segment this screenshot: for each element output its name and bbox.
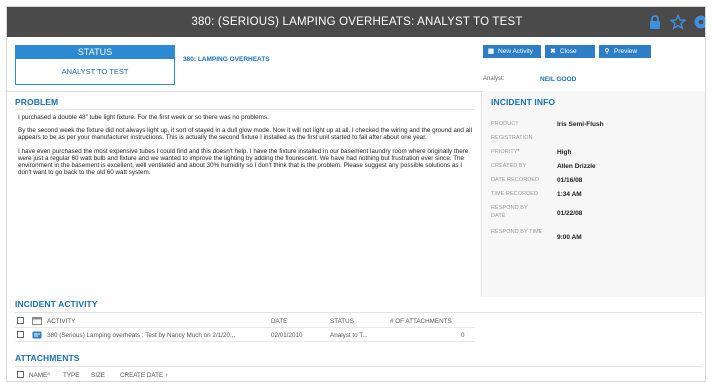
info-value[interactable]: Iris Semi-Flush — [557, 121, 604, 128]
analyst-label: Analyst: — [483, 76, 505, 82]
create-date-label: CREATE DATE — [120, 372, 164, 379]
cell-activity[interactable]: 380 (Serious) Lamping overheats : Test b… — [47, 332, 265, 339]
activity-header-row: ACTIVITY DATE STATUS # OF ATTACHMENTS — [15, 314, 475, 328]
column-create-date[interactable]: CREATE DATE ↑ — [120, 372, 168, 379]
incident-activity-title: INCIDENT ACTIVITY — [15, 299, 98, 309]
column-status[interactable]: STATUS — [330, 318, 354, 325]
incident-info-panel: INCIDENT INFO PRODUCT Iris Semi-Flush RE… — [483, 91, 705, 297]
column-activity[interactable]: ACTIVITY — [47, 318, 75, 325]
activity-icon — [32, 331, 42, 339]
magnifier-icon: ⚲ — [604, 48, 610, 55]
column-attachments[interactable]: # OF ATTACHMENTS — [390, 318, 452, 325]
info-label: PRODUCT — [491, 121, 519, 127]
table-row[interactable]: 380 (Serious) Lamping overheats : Test b… — [15, 328, 475, 342]
attachments-divider — [15, 366, 702, 367]
grid-plus-icon: ▦ — [487, 48, 495, 55]
problem-paragraph: I have even purchased the most expensive… — [18, 147, 469, 177]
close-label: Close — [560, 48, 577, 55]
problem-paragraph: By the second week the fixture did not a… — [18, 127, 472, 142]
select-all-checkbox[interactable] — [17, 317, 24, 324]
cell-date: 02/01/2010 — [271, 332, 303, 339]
info-label: PRIORITY* — [491, 149, 553, 157]
info-value[interactable]: 01/22/08 — [557, 210, 582, 217]
preview-button[interactable]: ⚲ Preview — [599, 45, 651, 58]
info-label: TIME RECORDED — [491, 191, 538, 197]
column-size[interactable]: SIZE — [91, 372, 105, 379]
info-label: REGISTRATION — [491, 135, 533, 141]
incident-info-title: INCIDENT INFO — [491, 97, 556, 107]
x-icon: ✖ — [550, 48, 556, 55]
window-title: 380: (SERIOUS) LAMPING OVERHEATS: ANALYS… — [191, 16, 523, 28]
info-label: CREATED BY — [491, 163, 527, 169]
status-header: STATUS — [16, 46, 174, 59]
cell-status: Analyst to T... — [330, 332, 368, 339]
lock-icon[interactable] — [647, 14, 663, 30]
problem-description: I purchased a double 48" tube light fixt… — [18, 114, 476, 182]
info-value[interactable]: Allen Drizzle — [557, 163, 596, 170]
problem-panel: PROBLEM I purchased a double 48" tube li… — [7, 91, 482, 297]
status-box: STATUS ANALYST TO TEST — [15, 45, 175, 85]
problem-title: PROBLEM — [15, 97, 59, 107]
cell-attachments: 0 — [461, 332, 465, 339]
attachments-select-all-checkbox[interactable] — [17, 371, 24, 378]
new-activity-label: New Activity — [498, 48, 534, 55]
info-value[interactable]: 9:00 AM — [557, 234, 582, 241]
activity-divider — [15, 312, 702, 313]
sort-arrow-icon: ↑ — [164, 372, 169, 379]
star-icon[interactable] — [670, 14, 686, 30]
new-activity-button[interactable]: ▦ New Activity — [483, 45, 541, 58]
activity-table: ACTIVITY DATE STATUS # OF ATTACHMENTS 38… — [15, 314, 475, 342]
gear-icon[interactable] — [693, 14, 706, 30]
attachments-header-row: NAME^ TYPE SIZE CREATE DATE ↑ — [15, 369, 315, 381]
required-marker: * — [517, 149, 520, 155]
name-sort-indicator: ^ — [47, 372, 51, 379]
column-name[interactable]: NAME^ — [29, 372, 50, 379]
column-date[interactable]: DATE — [271, 318, 287, 325]
info-value[interactable]: High — [557, 149, 571, 156]
column-type[interactable]: TYPE — [63, 372, 79, 379]
close-button[interactable]: ✖ Close — [545, 45, 595, 58]
activity-type-icon — [32, 317, 42, 325]
title-bar: 380: (SERIOUS) LAMPING OVERHEATS: ANALYS… — [7, 7, 706, 37]
problem-paragraph: I purchased a double 48" tube light fixt… — [18, 114, 269, 121]
breadcrumb[interactable]: 380: LAMPING OVERHEATS — [183, 56, 270, 63]
attachments-title: ATTACHMENTS — [15, 353, 80, 363]
column-name-label: NAME — [29, 372, 48, 379]
incident-window: 380: (SERIOUS) LAMPING OVERHEATS: ANALYS… — [6, 6, 706, 382]
analyst-value[interactable]: NEIL GOOD — [540, 76, 576, 83]
info-value[interactable]: 1:34 AM — [557, 191, 582, 198]
status-value[interactable]: ANALYST TO TEST — [16, 59, 174, 85]
info-label: DATE RECORDED — [491, 177, 540, 183]
info-label: RESPOND BY TIME — [491, 229, 543, 235]
info-label: RESPOND BY DATE — [491, 205, 528, 219]
priority-label: PRIORITY — [491, 149, 518, 155]
problem-divider — [15, 109, 475, 110]
preview-label: Preview — [614, 48, 638, 55]
info-value[interactable]: 01/16/08 — [557, 177, 582, 184]
row-checkbox[interactable] — [17, 331, 24, 338]
